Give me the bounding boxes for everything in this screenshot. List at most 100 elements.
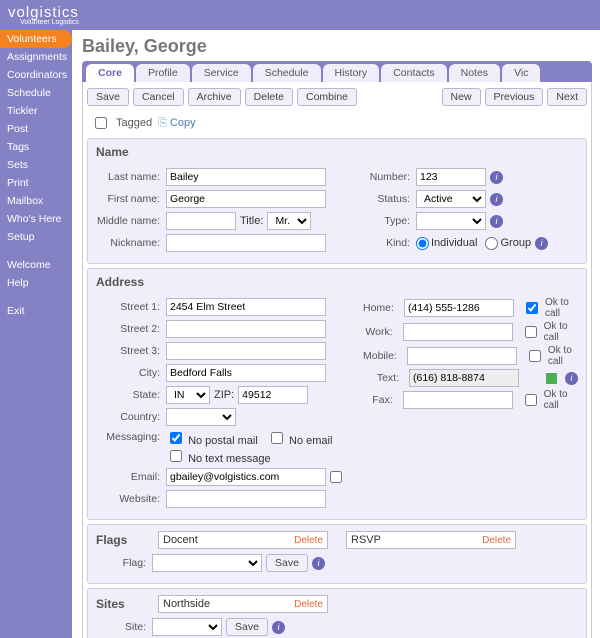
- mobile-ok-checkbox[interactable]: [529, 350, 541, 362]
- sidebar-item-whos-here[interactable]: Who's Here: [0, 210, 72, 228]
- previous-button[interactable]: Previous: [485, 88, 544, 106]
- tagged-checkbox[interactable]: [95, 117, 107, 129]
- first-name-input[interactable]: [166, 190, 326, 208]
- last-name-input[interactable]: [166, 168, 326, 186]
- info-icon[interactable]: i: [490, 215, 503, 228]
- tab-vic[interactable]: Vic: [502, 64, 540, 82]
- text-label: Text:: [363, 372, 405, 384]
- copy-link[interactable]: ⎘ Copy: [158, 117, 196, 130]
- name-heading: Name: [96, 145, 578, 159]
- sites-panel: Sites NorthsideDelete Site: Save i: [87, 588, 587, 638]
- no-postal-label: No postal mail: [188, 435, 258, 447]
- title-label: Title:: [236, 215, 267, 227]
- page-title: Bailey, George: [82, 36, 592, 57]
- no-postal-checkbox[interactable]: [170, 432, 182, 444]
- brand-logo: volgistics Volunteer Logistics: [8, 4, 79, 26]
- city-input[interactable]: [166, 364, 326, 382]
- work-input[interactable]: [403, 323, 513, 341]
- info-icon[interactable]: i: [312, 557, 325, 570]
- flag-save-button[interactable]: Save: [266, 554, 308, 572]
- kind-individual-radio[interactable]: [416, 237, 429, 250]
- info-icon[interactable]: i: [535, 237, 548, 250]
- status-indicator-icon: [546, 373, 557, 384]
- street3-input[interactable]: [166, 342, 326, 360]
- street2-input[interactable]: [166, 320, 326, 338]
- first-name-label: First name:: [96, 193, 166, 205]
- site-select[interactable]: [152, 618, 222, 636]
- new-button[interactable]: New: [442, 88, 481, 106]
- no-email-checkbox[interactable]: [271, 432, 283, 444]
- sidebar-item-welcome[interactable]: Welcome: [0, 256, 72, 274]
- info-icon[interactable]: i: [490, 171, 503, 184]
- sidebar-item-assignments[interactable]: Assignments: [0, 48, 72, 66]
- kind-group-radio[interactable]: [485, 237, 498, 250]
- sidebar-item-setup[interactable]: Setup: [0, 228, 72, 246]
- site-save-button[interactable]: Save: [226, 618, 268, 636]
- sidebar-item-tags[interactable]: Tags: [0, 138, 72, 156]
- sidebar-item-exit[interactable]: Exit: [0, 302, 72, 320]
- fax-input[interactable]: [403, 391, 513, 409]
- home-input[interactable]: [404, 299, 514, 317]
- save-button[interactable]: Save: [87, 88, 129, 106]
- sidebar-item-volunteers[interactable]: Volunteers: [0, 30, 72, 48]
- tab-history[interactable]: History: [323, 64, 380, 82]
- title-select[interactable]: Mr.: [267, 212, 311, 230]
- info-icon[interactable]: i: [272, 621, 285, 634]
- tab-contacts[interactable]: Contacts: [381, 64, 446, 82]
- info-icon[interactable]: i: [565, 372, 578, 385]
- tabs: Core Profile Service Schedule History Co…: [82, 61, 592, 82]
- copy-icon: ⎘: [158, 117, 167, 130]
- sidebar-item-coordinators[interactable]: Coordinators: [0, 66, 72, 84]
- street1-input[interactable]: [166, 298, 326, 316]
- address-heading: Address: [96, 275, 578, 289]
- street3-label: Street 3:: [96, 345, 166, 357]
- tab-notes[interactable]: Notes: [449, 64, 500, 82]
- next-button[interactable]: Next: [547, 88, 587, 106]
- tab-core[interactable]: Core: [86, 64, 134, 82]
- flag-delete-link[interactable]: Delete: [482, 535, 511, 546]
- fax-ok-checkbox[interactable]: [525, 394, 537, 406]
- archive-button[interactable]: Archive: [188, 88, 241, 106]
- home-label: Home:: [363, 302, 400, 314]
- sidebar-item-help[interactable]: Help: [0, 274, 72, 292]
- status-select[interactable]: Active: [416, 190, 486, 208]
- zip-input[interactable]: [238, 386, 308, 404]
- email-input[interactable]: [166, 468, 326, 486]
- last-name-label: Last name:: [96, 171, 166, 183]
- country-select[interactable]: [166, 408, 236, 426]
- flag-value: DocentDelete: [158, 531, 328, 549]
- middle-name-input[interactable]: [166, 212, 236, 230]
- sidebar-item-schedule[interactable]: Schedule: [0, 84, 72, 102]
- sidebar-item-print[interactable]: Print: [0, 174, 72, 192]
- ok-to-call-label: Ok to call: [544, 389, 578, 411]
- nickname-input[interactable]: [166, 234, 326, 252]
- site-delete-link[interactable]: Delete: [294, 599, 323, 610]
- text-phone-input[interactable]: [409, 369, 519, 387]
- state-select[interactable]: IN: [166, 386, 210, 404]
- work-ok-checkbox[interactable]: [525, 326, 537, 338]
- cancel-button[interactable]: Cancel: [133, 88, 184, 106]
- sidebar-item-sets[interactable]: Sets: [0, 156, 72, 174]
- home-ok-checkbox[interactable]: [526, 302, 538, 314]
- messaging-label: Messaging:: [96, 429, 166, 443]
- email-checkbox[interactable]: [330, 471, 342, 483]
- tab-schedule[interactable]: Schedule: [253, 64, 321, 82]
- state-label: State:: [96, 389, 166, 401]
- tagged-label: Tagged: [116, 117, 152, 129]
- tab-profile[interactable]: Profile: [136, 64, 190, 82]
- sidebar-item-mailbox[interactable]: Mailbox: [0, 192, 72, 210]
- mobile-input[interactable]: [407, 347, 517, 365]
- flag-select[interactable]: [152, 554, 262, 572]
- type-select[interactable]: [416, 212, 486, 230]
- sidebar-item-post[interactable]: Post: [0, 120, 72, 138]
- number-input[interactable]: [416, 168, 486, 186]
- flag-delete-link[interactable]: Delete: [294, 535, 323, 546]
- info-icon[interactable]: i: [490, 193, 503, 206]
- delete-button[interactable]: Delete: [245, 88, 293, 106]
- website-input[interactable]: [166, 490, 326, 508]
- sidebar-item-tickler[interactable]: Tickler: [0, 102, 72, 120]
- combine-button[interactable]: Combine: [297, 88, 357, 106]
- tab-service[interactable]: Service: [192, 64, 251, 82]
- no-text-checkbox[interactable]: [170, 450, 182, 462]
- site-value: NorthsideDelete: [158, 595, 328, 613]
